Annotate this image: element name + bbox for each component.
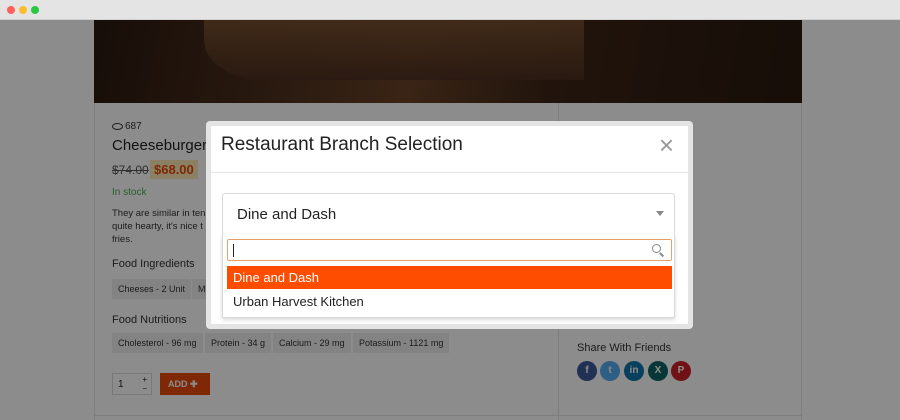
modal-header-divider bbox=[211, 172, 688, 173]
branch-select[interactable]: Dine and Dash bbox=[222, 193, 675, 235]
branch-option[interactable]: Urban Harvest Kitchen bbox=[227, 290, 672, 313]
branch-dropdown: Dine and Dash Urban Harvest Kitchen bbox=[222, 234, 675, 318]
browser-chrome bbox=[0, 0, 900, 20]
branch-selection-modal: Restaurant Branch Selection × Dine and D… bbox=[206, 121, 693, 329]
search-icon bbox=[652, 244, 661, 253]
maximize-window-dot[interactable] bbox=[31, 6, 39, 14]
branch-option[interactable]: Dine and Dash bbox=[227, 266, 672, 289]
modal-title: Restaurant Branch Selection bbox=[221, 134, 463, 155]
close-icon[interactable]: × bbox=[659, 132, 674, 158]
text-cursor bbox=[233, 244, 234, 257]
branch-select-value: Dine and Dash bbox=[237, 206, 337, 223]
chevron-down-icon bbox=[656, 211, 664, 216]
minimize-window-dot[interactable] bbox=[19, 6, 27, 14]
close-window-dot[interactable] bbox=[7, 6, 15, 14]
branch-search-input[interactable] bbox=[227, 239, 672, 261]
